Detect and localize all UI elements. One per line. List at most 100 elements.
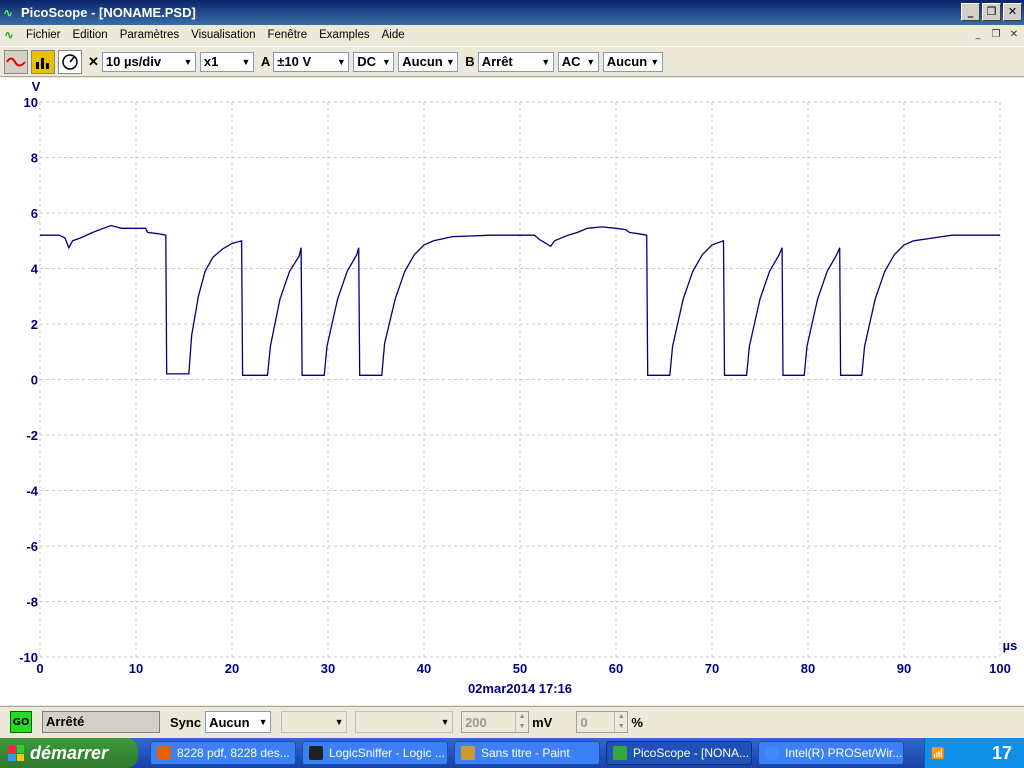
start-button[interactable]: démarrer	[0, 738, 138, 768]
sync-label: Sync	[170, 714, 202, 730]
minimize-button[interactable]: _	[961, 3, 980, 21]
start-label: démarrer	[30, 742, 109, 763]
x-axis-unit: µs	[1003, 638, 1018, 653]
channel-a-filter-select[interactable]: Aucun ▼	[398, 51, 459, 72]
menu-edition[interactable]: Edition	[67, 29, 114, 41]
task-paint[interactable]: Sans titre - Paint	[454, 741, 600, 765]
menu-fichier[interactable]: Fichier	[20, 29, 67, 41]
chevron-down-icon: ▼	[334, 717, 344, 727]
window-title: PicoScope - [NONAME.PSD]	[21, 5, 196, 20]
menu-parametres[interactable]: Paramètres	[114, 29, 185, 41]
channel-a-range-select[interactable]: ±10 V ▼	[273, 51, 350, 72]
chevron-down-icon: ▼	[336, 56, 346, 67]
scope-view-button[interactable]	[4, 49, 28, 74]
close-button[interactable]: ✕	[1003, 3, 1022, 21]
chevron-down-icon: ▼	[445, 56, 455, 67]
meter-view-button[interactable]	[58, 49, 82, 74]
wifi-signal-icon[interactable]: 📶	[931, 747, 945, 760]
y-tick-label: 8	[31, 151, 38, 166]
channel-a-coupling-select[interactable]: DC ▼	[353, 51, 395, 72]
system-tray: 📶 17	[924, 738, 1024, 768]
picoscope-icon	[613, 746, 627, 760]
spin-up-icon: ▲	[518, 713, 526, 720]
x-tick-label: 0	[36, 661, 43, 676]
spin-down-icon: ▼	[617, 723, 625, 730]
channel-b-range-select[interactable]: Arrêt ▼	[477, 51, 554, 72]
x-tick-label: 90	[897, 661, 911, 676]
chevron-down-icon: ▼	[183, 56, 193, 67]
x-tick-label: 70	[705, 661, 719, 676]
status-bar: GO Arrêté Sync Aucun ▼ ▼ ▼ 200 ▲ ▼ mV 0 ▲ ▼…	[0, 706, 1024, 737]
chevron-down-icon: ▼	[381, 56, 391, 67]
doc-restore-button[interactable]: ❐	[988, 28, 1004, 42]
paint-icon	[461, 746, 475, 760]
x-axis-icon: ✕	[88, 53, 99, 69]
scope-plot[interactable]: 1086420-2-4-6-8-10 0 10 20 30 40 50 60 70 80 90 10…	[0, 78, 1024, 705]
document-icon[interactable]: ∿	[4, 28, 20, 42]
x-tick-label: 30	[321, 661, 335, 676]
trigger-direction-select[interactable]: ▼	[355, 711, 454, 733]
spin-down-icon: ▼	[518, 723, 526, 730]
firefox-icon	[157, 746, 171, 760]
chevron-down-icon: ▼	[241, 56, 251, 67]
y-tick-label: -10	[19, 650, 38, 665]
toolbar: ✕ 10 µs/div ▼ x1 ▼ A ±10 V ▼ DC ▼ Aucun ▼ B A…	[0, 46, 1024, 77]
spin-up-icon: ▲	[617, 713, 625, 720]
y-axis-unit: V	[32, 79, 41, 94]
percent-unit: %	[631, 714, 643, 730]
y-tick-label: -4	[26, 484, 38, 499]
menu-aide[interactable]: Aide	[376, 29, 411, 41]
channel-b-filter-select[interactable]: Aucun ▼	[602, 51, 663, 72]
channel-a-label: A	[260, 54, 271, 69]
menu-bar: ∿ Fichier Edition Paramètres Visualisati…	[0, 25, 1024, 45]
wireless-icon	[765, 746, 779, 760]
task-intel-proset[interactable]: Intel(R) PROSet/Wir...	[758, 741, 904, 765]
y-tick-label: 4	[31, 262, 39, 277]
chevron-down-icon: ▼	[440, 717, 450, 727]
run-state: Arrêté	[42, 711, 160, 733]
x-tick-label: 50	[513, 661, 527, 676]
go-button[interactable]: GO	[10, 711, 32, 733]
channel-b-coupling-select[interactable]: AC ▼	[557, 51, 599, 72]
menu-examples[interactable]: Examples	[313, 29, 376, 41]
y-tick-label: -2	[26, 428, 38, 443]
x-tick-label: 10	[129, 661, 143, 676]
capture-timestamp: 02mar2014 17:16	[468, 681, 572, 696]
percent-spinner[interactable]: 0 ▲ ▼	[576, 711, 629, 733]
threshold-unit: mV	[532, 714, 553, 730]
trigger-channel-select[interactable]: ▼	[281, 711, 348, 733]
chevron-down-icon: ▼	[541, 56, 551, 67]
task-logicsniffer[interactable]: LogicSniffer - Logic ...	[302, 741, 448, 765]
task-pdf[interactable]: 8228 pdf, 8228 des...	[150, 741, 296, 765]
doc-close-button[interactable]: ✕	[1006, 28, 1022, 42]
doc-minimize-button[interactable]: _	[970, 28, 986, 42]
clock[interactable]: 17	[992, 743, 1012, 764]
menu-visualisation[interactable]: Visualisation	[185, 29, 261, 41]
chevron-down-icon: ▼	[258, 717, 268, 727]
x-tick-label: 60	[609, 661, 623, 676]
multiplier-select[interactable]: x1 ▼	[199, 51, 254, 72]
spectrum-view-button[interactable]	[31, 49, 55, 74]
threshold-spinner[interactable]: 200 ▲ ▼	[461, 711, 530, 733]
taskbar: démarrer 8228 pdf, 8228 des... LogicSnif…	[0, 738, 1024, 768]
y-tick-label: -6	[26, 539, 38, 554]
task-picoscope[interactable]: PicoScope - [NONA...	[606, 741, 752, 765]
spectrum-bars-icon	[36, 57, 49, 69]
sync-select[interactable]: Aucun ▼	[205, 711, 272, 733]
windows-logo-icon	[8, 745, 24, 761]
y-tick-label: -8	[26, 595, 38, 610]
meter-dial-icon	[62, 53, 78, 70]
title-bar: ∿ PicoScope - [NONAME.PSD] _ ❐ ✕	[0, 0, 1024, 25]
restore-button[interactable]: ❐	[982, 3, 1001, 21]
chevron-down-icon: ▼	[586, 56, 596, 67]
x-tick-label: 40	[417, 661, 431, 676]
timebase-select[interactable]: 10 µs/div ▼	[101, 51, 196, 72]
oscilloscope-graph[interactable]: 10 8 6 4 2 0 -2 -4 -6 -8 -10 0 10 20 30 40 50 60 70 80 90 10…	[0, 78, 1024, 705]
picoscope-app-icon[interactable]: ∿	[3, 6, 17, 20]
menu-fenetre[interactable]: Fenêtre	[261, 29, 313, 41]
chevron-down-icon: ▼	[650, 56, 660, 67]
y-tick-label: 6	[31, 206, 38, 221]
scope-wave-icon	[6, 57, 26, 66]
x-tick-label: 20	[225, 661, 239, 676]
logicsniffer-icon	[309, 746, 323, 760]
